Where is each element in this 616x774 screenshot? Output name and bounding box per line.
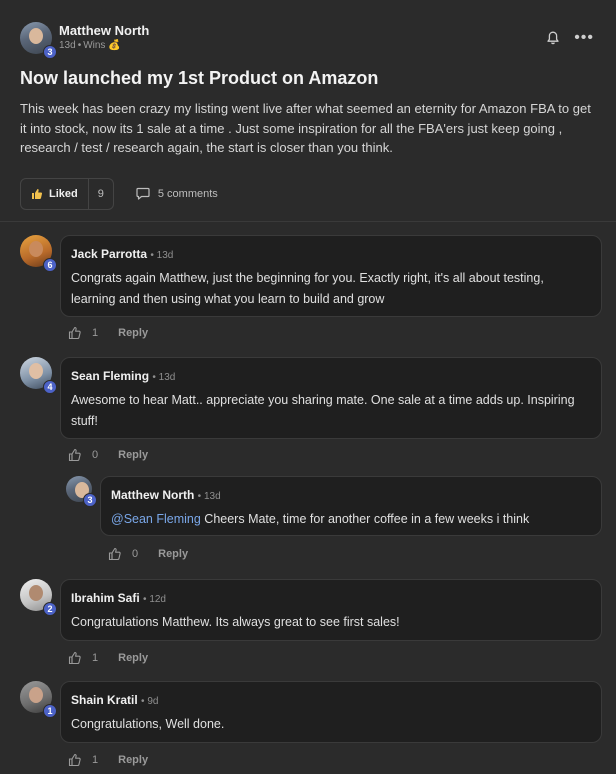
like-label: Liked — [49, 187, 78, 200]
comment-avatar-wrap[interactable]: 2 — [20, 579, 57, 616]
comment-avatar-wrap[interactable]: 6 — [20, 235, 57, 272]
comment-like-count: 0 — [92, 449, 99, 461]
money-bag-icon: 💰 — [108, 40, 121, 51]
comment-header: Ibrahim Safi • 12d — [71, 590, 591, 608]
comment-time: 13d — [156, 250, 174, 261]
bell-icon[interactable] — [545, 30, 561, 46]
level-badge: 1 — [43, 704, 57, 718]
comment-like-count: 1 — [92, 652, 99, 664]
post-author-avatar-wrap[interactable]: 3 — [20, 22, 57, 59]
comment-bubble: Matthew North • 13d @Sean Fleming Cheers… — [100, 476, 602, 536]
comment-text-body: Cheers Mate, time for another coffee in … — [200, 512, 530, 526]
comment-like-count: 1 — [92, 754, 99, 766]
reply-button[interactable]: Reply — [118, 327, 148, 339]
comment-header: Sean Fleming • 13d — [71, 368, 591, 386]
level-badge: 6 — [43, 258, 57, 272]
comment-author-name[interactable]: Jack Parrotta — [71, 247, 147, 261]
comment-like-count: 1 — [92, 327, 99, 339]
post-title: Now launched my 1st Product on Amazon — [20, 68, 379, 88]
nested-reply: 3 Matthew North • 13d @Sean Fleming Chee… — [66, 476, 602, 566]
comment-avatar-wrap[interactable]: 3 — [66, 476, 97, 507]
comment: 1 Shain Kratil • 9d Congratulations, Wel… — [20, 681, 602, 771]
comment-author-name[interactable]: Ibrahim Safi — [71, 591, 140, 605]
more-options-button[interactable]: ••• — [574, 30, 594, 46]
comment-actions: 0 Reply — [108, 547, 188, 561]
thumbs-up-icon[interactable] — [108, 547, 122, 561]
like-button[interactable]: Liked 9 — [20, 177, 114, 210]
reply-button[interactable]: Reply — [118, 754, 148, 766]
comment-text: Awesome to hear Matt.. appreciate you sh… — [71, 393, 575, 428]
comment-author-name[interactable]: Shain Kratil — [71, 693, 138, 707]
post-body: This week has been crazy my listing went… — [20, 101, 591, 155]
thumbs-up-filled-icon — [32, 188, 43, 199]
comment-actions: 1 Reply — [68, 326, 148, 340]
reply-button[interactable]: Reply — [118, 449, 148, 461]
comment-time: 13d — [203, 491, 221, 502]
comment-avatar-wrap[interactable]: 1 — [20, 681, 57, 718]
comment-text: Congrats again Matthew, just the beginni… — [71, 271, 544, 306]
post-author-sub: 13d • Wins 💰 — [59, 39, 149, 53]
level-badge: 2 — [43, 602, 57, 616]
comment-text: @Sean Fleming Cheers Mate, time for anot… — [111, 509, 591, 530]
comment-bubble: Sean Fleming • 13d Awesome to hear Matt.… — [60, 357, 602, 439]
comment: 6 Jack Parrotta • 13d Congrats again Mat… — [20, 235, 602, 345]
comments-count-label: 5 comments — [157, 187, 218, 200]
comment-avatar-wrap[interactable]: 4 — [20, 357, 57, 394]
post-actions: Liked 9 5 comments — [20, 177, 596, 210]
separator-dot: • — [77, 40, 82, 51]
post-category[interactable]: Wins — [83, 40, 105, 51]
comment-header: Shain Kratil • 9d — [71, 692, 591, 710]
comment-time: 13d — [158, 372, 176, 383]
post-author-row: 3 Matthew North 13d • Wins 💰 — [20, 20, 596, 59]
comment-actions: 1 Reply — [68, 753, 148, 767]
comment-bubble: Ibrahim Safi • 12d Congratulations Matth… — [60, 579, 602, 641]
like-count[interactable]: 9 — [89, 188, 113, 200]
post-author-name[interactable]: Matthew North — [59, 23, 149, 39]
comment-header: Jack Parrotta • 13d — [71, 246, 591, 264]
reply-button[interactable]: Reply — [158, 548, 188, 560]
thumbs-up-icon[interactable] — [68, 448, 82, 462]
comment-time: 12d — [149, 594, 166, 605]
like-button-main[interactable]: Liked — [21, 178, 89, 209]
comment-text: Congratulations, Well done. — [71, 717, 225, 731]
comment-author-name[interactable]: Sean Fleming — [71, 369, 149, 383]
post-age: 13d — [59, 40, 76, 51]
comment: 2 Ibrahim Safi • 12d Congratulations Mat… — [20, 579, 602, 669]
mention-link[interactable]: @Sean Fleming — [111, 512, 201, 526]
comment-bubble-icon — [136, 187, 150, 200]
post-author-meta: Matthew North 13d • Wins 💰 — [59, 23, 149, 53]
comment-actions: 0 Reply — [68, 448, 148, 462]
comment-header: Matthew North • 13d — [111, 487, 591, 505]
comment-bubble: Shain Kratil • 9d Congratulations, Well … — [60, 681, 602, 743]
post: 3 Matthew North 13d • Wins 💰 ••• Now launc… — [0, 0, 616, 222]
thumbs-up-icon[interactable] — [68, 326, 82, 340]
comment-author-name[interactable]: Matthew North — [111, 488, 194, 502]
level-badge: 3 — [83, 493, 97, 507]
comment-like-count: 0 — [132, 548, 139, 560]
reply-button[interactable]: Reply — [118, 652, 148, 664]
level-badge: 3 — [43, 45, 57, 59]
level-badge: 4 — [43, 380, 57, 394]
comment-actions: 1 Reply — [68, 651, 148, 665]
thumbs-up-icon[interactable] — [68, 753, 82, 767]
comments-link[interactable]: 5 comments — [136, 187, 218, 200]
thumbs-up-icon[interactable] — [68, 651, 82, 665]
comment-text: Congratulations Matthew. Its always grea… — [71, 615, 400, 629]
comment-time: 9d — [147, 696, 159, 707]
comment-bubble: Jack Parrotta • 13d Congrats again Matth… — [60, 235, 602, 317]
comment: 4 Sean Fleming • 13d Awesome to hear Mat… — [20, 357, 602, 467]
